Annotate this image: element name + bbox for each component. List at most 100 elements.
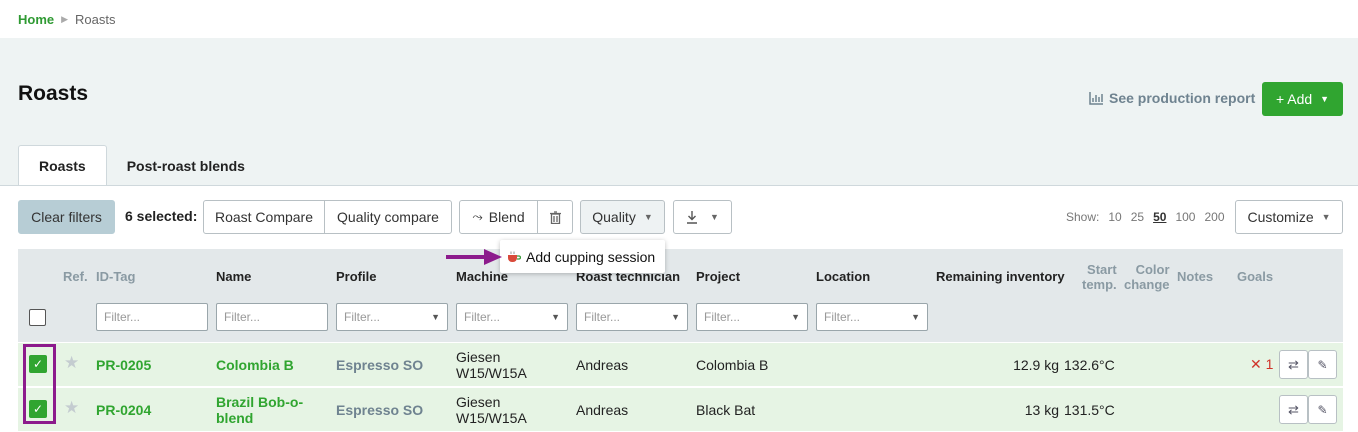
- cupping-icon: [508, 251, 521, 262]
- row-profile[interactable]: Espresso SO: [336, 402, 423, 418]
- swap-icon: ⇄: [1288, 356, 1299, 372]
- quality-compare-button[interactable]: Quality compare: [324, 200, 452, 234]
- column-location[interactable]: Location: [816, 269, 870, 284]
- select-all-checkbox[interactable]: [29, 309, 46, 326]
- chart-icon: [1089, 91, 1103, 105]
- column-ref[interactable]: Ref.: [63, 269, 88, 284]
- trash-icon: [549, 210, 561, 224]
- customize-label: Customize: [1247, 209, 1314, 225]
- column-name[interactable]: Name: [216, 269, 251, 284]
- blend-button[interactable]: ⤳ Blend: [459, 200, 538, 234]
- breadcrumb-current: Roasts: [75, 11, 116, 27]
- add-cupping-session-item[interactable]: Add cupping session: [526, 249, 655, 265]
- page-title: Roasts: [18, 82, 89, 105]
- filter-profile[interactable]: Filter... ▼: [336, 303, 448, 331]
- row-technician: Andreas: [576, 402, 629, 418]
- customize-dropdown[interactable]: Customize ▼: [1235, 200, 1343, 234]
- quality-menu: Add cupping session: [500, 240, 665, 273]
- chevron-down-icon: ▼: [551, 312, 560, 322]
- quality-label: Quality: [592, 209, 636, 225]
- filter-roast-technician[interactable]: Filter... ▼: [576, 303, 688, 331]
- roast-compare-button[interactable]: Roast Compare: [203, 200, 325, 234]
- breadcrumb-separator-icon: ▶: [61, 13, 69, 24]
- filter-project[interactable]: Filter... ▼: [696, 303, 808, 331]
- filter-location-text: Filter...: [824, 310, 861, 324]
- clear-filters-button[interactable]: Clear filters: [18, 200, 115, 234]
- page-size-25[interactable]: 25: [1131, 210, 1144, 224]
- chevron-down-icon: ▼: [1321, 212, 1331, 222]
- star-icon[interactable]: ★: [64, 398, 79, 418]
- column-start-temp-line1: Start: [1087, 262, 1117, 277]
- add-button-label: + Add: [1275, 91, 1313, 107]
- filter-machine[interactable]: Filter... ▼: [456, 303, 568, 331]
- table-row[interactable]: ✓ ★ PR-0205 Colombia B Espresso SO Giese…: [18, 343, 1343, 387]
- row-technician: Andreas: [576, 357, 629, 373]
- toolbar: Clear filters 6 selected: Roast Compare …: [0, 186, 1358, 248]
- column-remaining-inventory[interactable]: Remaining inventory: [936, 269, 1065, 284]
- column-color-change-line2: change: [1124, 277, 1170, 292]
- page-size-10[interactable]: 10: [1108, 210, 1121, 224]
- pencil-icon: ✎: [1317, 402, 1328, 417]
- chevron-down-icon: ▼: [911, 312, 920, 322]
- chevron-down-icon: ▼: [643, 212, 653, 222]
- page-size-50[interactable]: 50: [1153, 210, 1166, 224]
- row-name[interactable]: Brazil Bob-o- blend: [216, 394, 303, 426]
- row-id-tag[interactable]: PR-0205: [96, 357, 151, 373]
- filter-id-tag[interactable]: Filter...: [96, 303, 208, 331]
- download-dropdown[interactable]: ▼: [673, 200, 732, 234]
- chevron-down-icon: ▼: [671, 312, 680, 322]
- delete-button[interactable]: [537, 200, 573, 234]
- row-start-temp: 132.6°C: [1064, 357, 1115, 373]
- chevron-down-icon: ▼: [791, 312, 800, 322]
- edit-button[interactable]: ✎: [1308, 395, 1337, 424]
- show-label: Show:: [1066, 210, 1100, 224]
- quality-dropdown[interactable]: Quality ▼: [580, 200, 665, 234]
- row-goals: ✕ 1: [1250, 356, 1274, 372]
- page-size-selector: Show: 10 25 50 100 200: [1066, 210, 1225, 224]
- row-project: Black Bat: [696, 402, 756, 418]
- row-machine-line2: W15/W15A: [456, 410, 527, 426]
- tab-post-roast-blends[interactable]: Post-roast blends: [107, 145, 265, 186]
- filter-project-text: Filter...: [704, 310, 741, 324]
- download-icon: [687, 210, 698, 224]
- row-machine: Giesen W15/W15A: [456, 394, 527, 426]
- filter-location[interactable]: Filter... ▼: [816, 303, 928, 331]
- swap-button[interactable]: ⇄: [1279, 395, 1308, 424]
- production-report-link[interactable]: See production report: [1089, 90, 1255, 106]
- page-size-200[interactable]: 200: [1204, 210, 1224, 224]
- chevron-down-icon: ▼: [431, 312, 440, 322]
- add-button[interactable]: + Add ▼: [1262, 82, 1343, 116]
- swap-button[interactable]: ⇄: [1279, 350, 1308, 379]
- row-id-tag[interactable]: PR-0204: [96, 402, 151, 418]
- page-size-100[interactable]: 100: [1175, 210, 1195, 224]
- row-inventory: 13 kg: [1024, 402, 1059, 418]
- chevron-down-icon: ▼: [1320, 94, 1330, 104]
- table-row[interactable]: ✓ ★ PR-0204 Brazil Bob-o- blend Espresso…: [18, 388, 1343, 432]
- tab-roasts[interactable]: Roasts: [18, 145, 107, 186]
- edit-button[interactable]: ✎: [1308, 350, 1337, 379]
- breadcrumb-home-link[interactable]: Home: [18, 12, 54, 27]
- row-project: Colombia B: [696, 357, 769, 373]
- row-machine-line1: Giesen: [456, 394, 501, 410]
- column-profile[interactable]: Profile: [336, 269, 376, 284]
- star-icon[interactable]: ★: [64, 353, 79, 373]
- filter-profile-text: Filter...: [344, 310, 381, 324]
- row-profile[interactable]: Espresso SO: [336, 357, 423, 373]
- column-start-temp-line2: temp.: [1082, 277, 1117, 292]
- column-project[interactable]: Project: [696, 269, 740, 284]
- blend-label: Blend: [488, 209, 525, 225]
- column-notes[interactable]: Notes: [1177, 269, 1213, 284]
- annotation-arrow-icon: [446, 249, 502, 265]
- table-header: Ref. ID-Tag Name Profile Machine Roast t…: [18, 249, 1343, 342]
- column-start-temp[interactable]: Start temp.: [1082, 262, 1117, 292]
- row-inventory: 12.9 kg: [1013, 357, 1059, 373]
- merge-icon: ⤳: [472, 209, 483, 224]
- column-color-change[interactable]: Color change: [1124, 262, 1170, 292]
- row-name[interactable]: Colombia B: [216, 357, 294, 373]
- filter-name[interactable]: Filter...: [216, 303, 328, 331]
- production-report-label: See production report: [1109, 90, 1256, 106]
- breadcrumb: Home ▶ Roasts: [0, 0, 1358, 38]
- tab-bar: Roasts Post-roast blends: [18, 145, 265, 186]
- column-id-tag[interactable]: ID-Tag: [96, 269, 135, 284]
- column-goals[interactable]: Goals: [1237, 269, 1273, 284]
